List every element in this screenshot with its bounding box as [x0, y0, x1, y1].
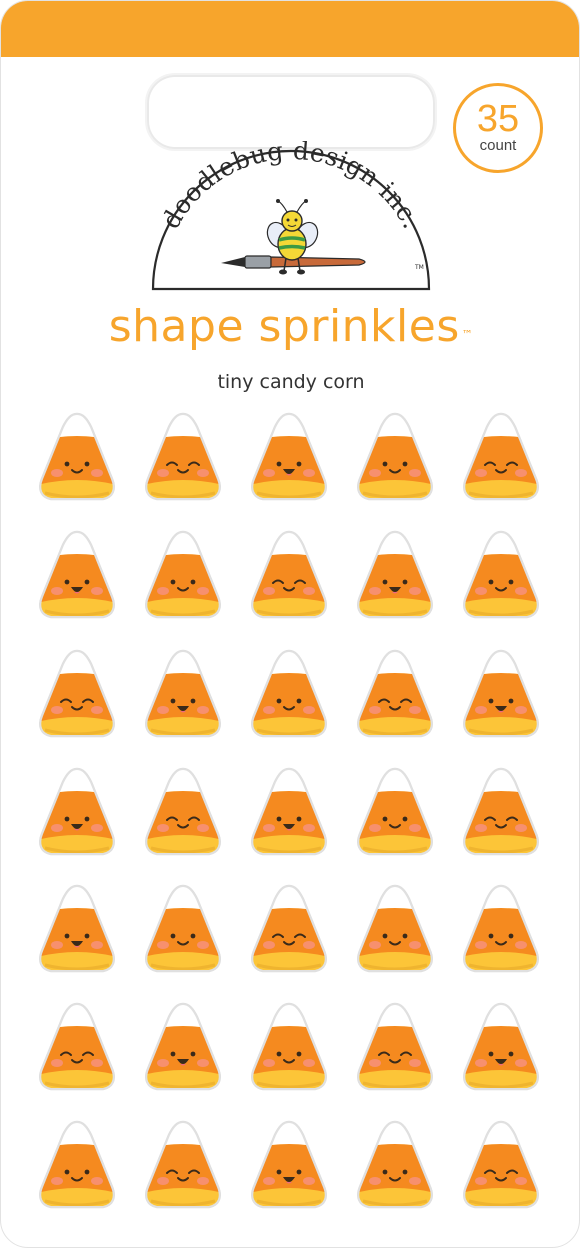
candy-corn-icon — [39, 1120, 115, 1209]
count-number: 35 — [476, 98, 520, 140]
candy-corn-icon — [357, 884, 433, 973]
trademark-symbol: ™ — [461, 328, 474, 341]
candy-corn-icon — [463, 1002, 539, 1091]
count-label: count — [479, 137, 517, 154]
product-subtitle: tiny candy corn — [217, 371, 365, 393]
candy-corn-icon — [145, 412, 221, 501]
candy-corn-icon — [357, 1120, 433, 1209]
hang-hole — [147, 75, 435, 149]
candy-corn-icon — [145, 649, 221, 738]
candy-corn-icon — [39, 767, 115, 856]
candy-corn-icon — [251, 412, 327, 501]
candy-corn-icon — [251, 884, 327, 973]
candy-corn-icon — [463, 767, 539, 856]
candy-corn-icon — [145, 1120, 221, 1209]
candy-corn-icon — [145, 767, 221, 856]
candy-corn-icon — [251, 649, 327, 738]
top-band — [1, 1, 579, 57]
product-title: shape sprinkles ™ — [1, 301, 579, 353]
candy-corn-icon — [357, 1002, 433, 1091]
candy-corn-icon — [145, 1002, 221, 1091]
candy-corn-icon — [463, 1120, 539, 1209]
candy-corn-icon — [39, 530, 115, 619]
candy-corn-icon — [357, 767, 433, 856]
candy-corn-icon — [251, 530, 327, 619]
brand-trademark: TM — [414, 264, 424, 271]
candy-corn-icon — [145, 530, 221, 619]
product-title-text: shape sprinkles — [108, 301, 460, 352]
brand-logo: doodlebug design inc. TM — [151, 141, 431, 291]
candy-corn-icon — [39, 884, 115, 973]
candy-corn-icon — [463, 884, 539, 973]
candy-corn-icon — [463, 412, 539, 501]
candy-corn-icon — [39, 412, 115, 501]
sticker-grid — [37, 411, 547, 1221]
product-card: 35 count doodlebug design inc. TM shape … — [0, 0, 580, 1248]
candy-corn-icon — [145, 884, 221, 973]
candy-corn-icon — [251, 767, 327, 856]
candy-corn-icon — [357, 530, 433, 619]
candy-corn-icon — [463, 530, 539, 619]
count-badge: 35 count — [453, 83, 543, 173]
candy-corn-icon — [357, 412, 433, 501]
candy-corn-icon — [463, 649, 539, 738]
candy-corn-icon — [39, 649, 115, 738]
candy-corn-icon — [251, 1120, 327, 1209]
candy-corn-icon — [39, 1002, 115, 1091]
candy-corn-icon — [357, 649, 433, 738]
candy-corn-icon — [251, 1002, 327, 1091]
